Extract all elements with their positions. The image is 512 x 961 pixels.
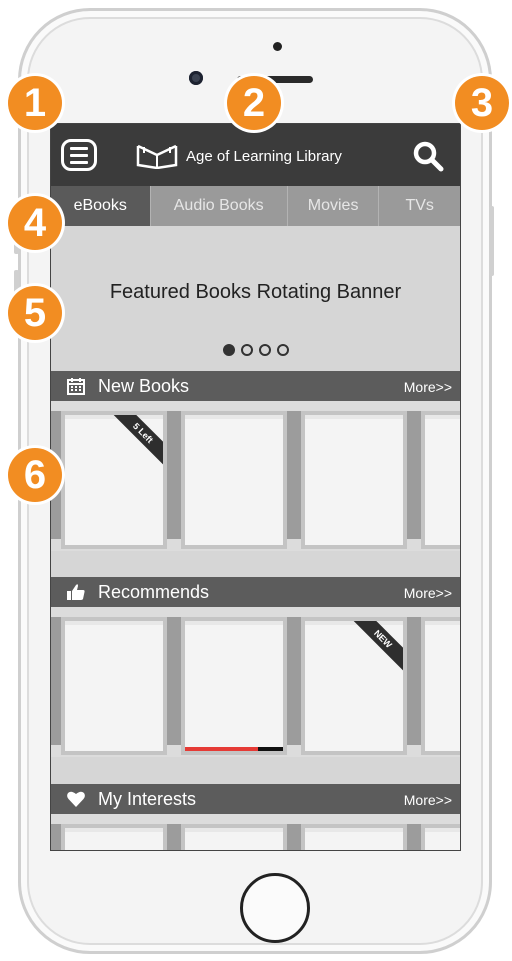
section-header-my-interests: My Interests More>> bbox=[51, 784, 460, 814]
banner-dot[interactable] bbox=[276, 344, 289, 356]
annotation-badge-1: 1 bbox=[8, 76, 62, 130]
power-button bbox=[489, 206, 494, 276]
book-row-recommends: NEW bbox=[51, 607, 460, 757]
category-tabs: eBooks Audio Books Movies TVs bbox=[51, 186, 460, 226]
calendar-icon bbox=[67, 378, 85, 395]
annotation-badge-6: 6 bbox=[8, 448, 62, 502]
open-book-logo-icon bbox=[136, 144, 178, 169]
annotation-badge-3: 3 bbox=[455, 76, 509, 130]
tab-movies[interactable]: Movies bbox=[288, 186, 380, 226]
book-card[interactable] bbox=[301, 411, 407, 549]
book-card[interactable] bbox=[181, 617, 287, 755]
section-header-new-books: New Books More>> bbox=[51, 371, 460, 401]
book-card[interactable] bbox=[181, 411, 287, 549]
more-link[interactable]: More>> bbox=[404, 585, 452, 601]
hamburger-menu-icon[interactable] bbox=[61, 139, 97, 171]
book-card[interactable] bbox=[61, 617, 167, 755]
book-card[interactable]: NEW bbox=[301, 617, 407, 755]
book-card[interactable] bbox=[421, 824, 460, 850]
stock-ribbon: 5 Left bbox=[109, 415, 163, 467]
annotation-badge-2: 2 bbox=[227, 76, 281, 130]
section-header-recommends: Recommends More>> bbox=[51, 577, 460, 607]
top-bar: Age of Learning Library bbox=[51, 124, 460, 186]
home-button[interactable] bbox=[240, 873, 310, 943]
book-card[interactable] bbox=[421, 617, 460, 755]
heart-icon bbox=[67, 791, 85, 807]
book-card[interactable] bbox=[301, 824, 407, 850]
reading-progress-fill bbox=[185, 747, 258, 751]
book-row-my-interests bbox=[51, 814, 460, 850]
tab-audio-books[interactable]: Audio Books bbox=[151, 186, 288, 226]
tab-tvs[interactable]: TVs bbox=[379, 186, 460, 226]
featured-banner[interactable]: Featured Books Rotating Banner bbox=[51, 226, 460, 371]
app-screen: Age of Learning Library eBooks Audio Boo… bbox=[50, 123, 461, 851]
book-row-new-books: 5 Left bbox=[51, 401, 460, 551]
book-card[interactable] bbox=[61, 824, 167, 850]
banner-dot[interactable] bbox=[222, 344, 235, 356]
banner-dot[interactable] bbox=[240, 344, 253, 356]
banner-text: Featured Books Rotating Banner bbox=[109, 281, 402, 303]
more-link[interactable]: More>> bbox=[404, 379, 452, 395]
new-ribbon: NEW bbox=[349, 621, 403, 673]
section-title: My Interests bbox=[98, 789, 197, 809]
app-brand: Age of Learning Library bbox=[136, 142, 342, 170]
section-title: New Books bbox=[98, 376, 190, 396]
tab-ebooks[interactable]: eBooks bbox=[51, 186, 151, 226]
thumbs-up-icon bbox=[67, 584, 85, 600]
reading-progress-bar bbox=[185, 747, 283, 751]
app-title: Age of Learning Library bbox=[186, 147, 342, 165]
search-icon[interactable] bbox=[412, 140, 444, 172]
annotation-badge-4: 4 bbox=[8, 196, 62, 250]
banner-dot[interactable] bbox=[258, 344, 271, 356]
front-camera bbox=[189, 71, 203, 85]
book-card[interactable]: 5 Left bbox=[61, 411, 167, 549]
book-card[interactable] bbox=[421, 411, 460, 549]
more-link[interactable]: More>> bbox=[404, 792, 452, 808]
section-title: Recommends bbox=[98, 582, 210, 602]
book-card[interactable] bbox=[181, 824, 287, 850]
annotation-badge-5: 5 bbox=[8, 286, 62, 340]
banner-pagination bbox=[51, 344, 460, 356]
proximity-sensor bbox=[273, 42, 282, 51]
